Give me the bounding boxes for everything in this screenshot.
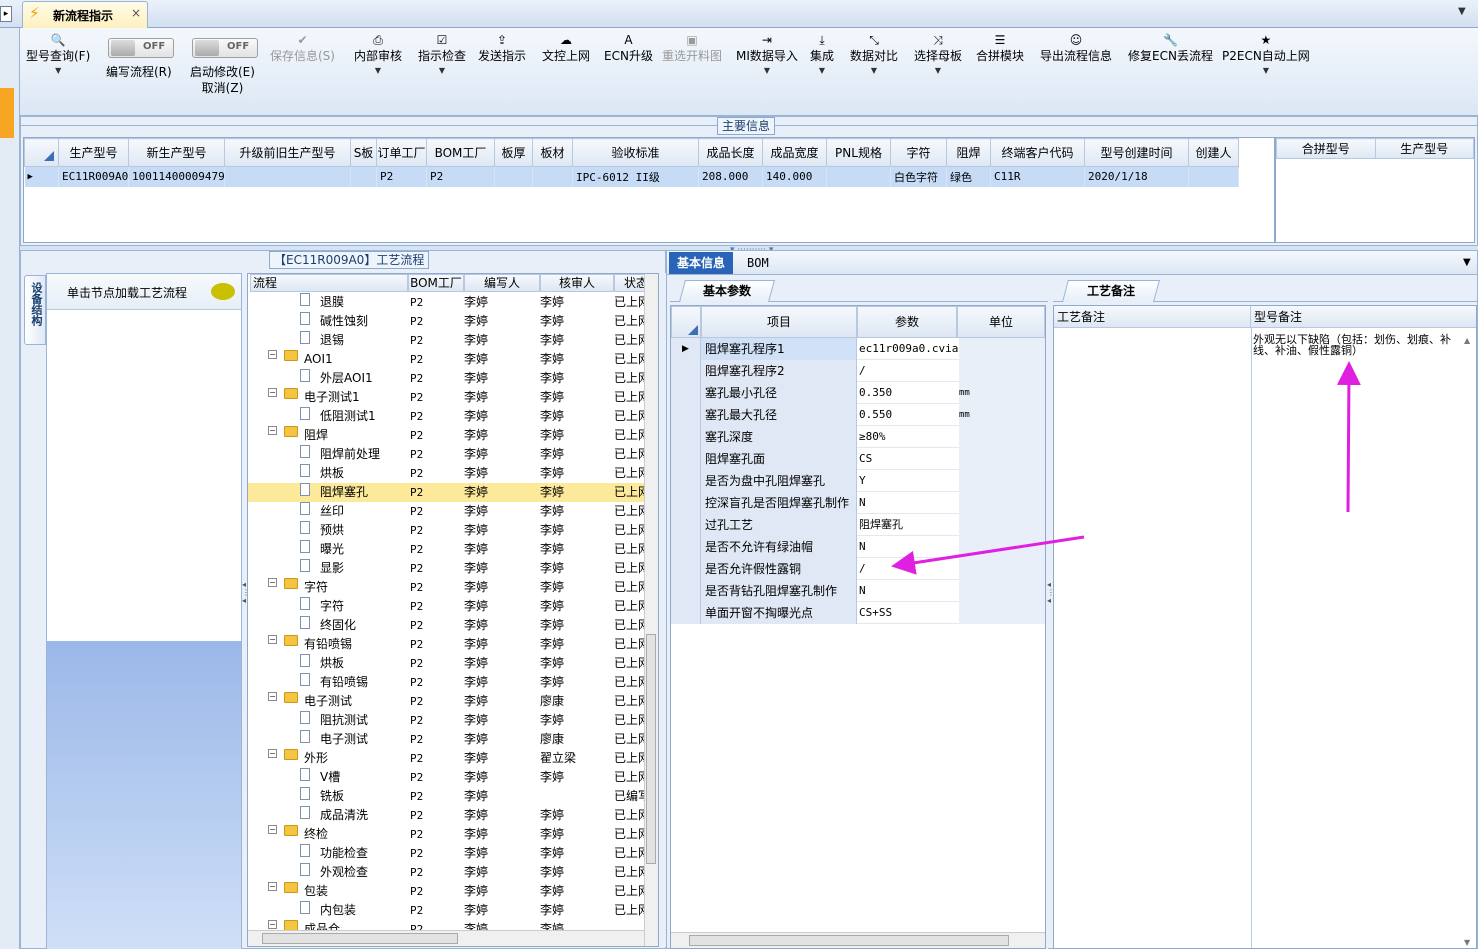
annotation-arrows: [891, 361, 1361, 575]
arrow-to-param: [891, 535, 1085, 575]
arrow-to-remark: [1336, 361, 1361, 513]
